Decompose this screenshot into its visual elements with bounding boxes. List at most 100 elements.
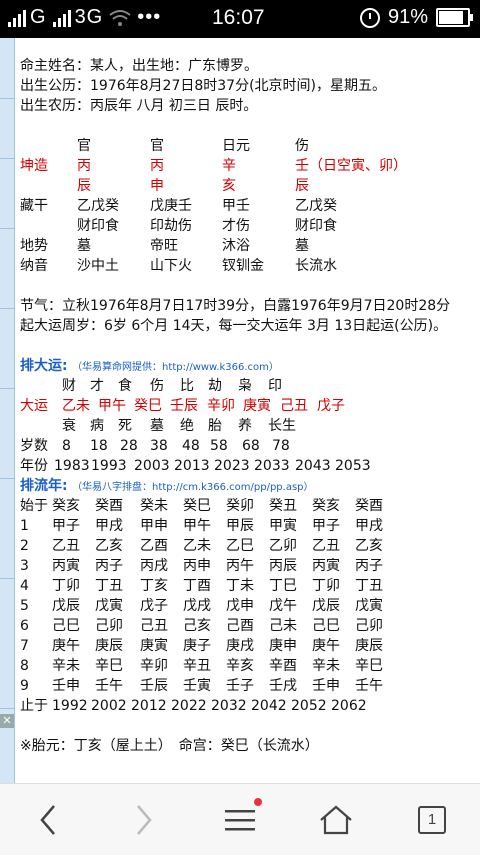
liunian-cell: 壬寅 xyxy=(183,678,211,694)
side-tab[interactable] xyxy=(0,308,14,389)
liunian-cell: 辛酉 xyxy=(269,658,297,674)
status-left: G 3G ••• xyxy=(8,6,167,29)
liunian-cell: 己未 xyxy=(269,618,297,634)
battery-icon xyxy=(436,8,473,27)
side-tab[interactable] xyxy=(0,158,14,229)
branch: 辰 xyxy=(295,178,309,194)
row-number: 2 xyxy=(20,538,29,554)
liunian-cell: 庚戌 xyxy=(226,638,254,654)
signal-icon xyxy=(8,9,26,27)
liunian-cell: 乙亥 xyxy=(355,538,383,554)
alarm-icon xyxy=(359,7,380,28)
liunian-cell: 壬子 xyxy=(226,678,254,694)
dayun-age: 78 xyxy=(272,438,290,454)
left-side-tab-strip[interactable]: ✕ xyxy=(0,38,15,783)
status-bar: G 3G ••• 16:07 91% xyxy=(0,0,480,38)
liunian-cell: 癸未 xyxy=(140,498,168,514)
liunian-row: 8 辛未 辛巳 辛卯 辛丑 辛亥 辛酉 辛未 辛巳 xyxy=(20,656,476,676)
liunian-end-year: 1992 xyxy=(52,698,88,714)
dayun-age: 8 xyxy=(62,438,71,454)
liunian-cell: 壬辰 xyxy=(140,678,168,694)
dayun-god: 印 xyxy=(268,378,282,394)
battery-percent: 91% xyxy=(387,6,428,28)
name-line: 命主姓名：某人，出生地：广东博罗。 xyxy=(20,58,258,74)
liunian-end-year: 2022 xyxy=(171,698,207,714)
branch: 辰 xyxy=(77,178,91,194)
side-tab[interactable] xyxy=(0,98,14,159)
liunian-source-link[interactable]: （华易八字排盘：http://cm.k366.com/pp/pp.asp） xyxy=(72,482,313,493)
jieqi-line: 节气：立秋1976年8月7日17时39分，白露1976年9月7日20时28分 xyxy=(20,298,451,314)
liunian-end-year: 2032 xyxy=(211,698,247,714)
liunian-cell: 乙酉 xyxy=(140,538,168,554)
dayun-gods-row: 财 才 食 伤 比 劫 枭 印 xyxy=(20,376,476,396)
dishi: 沐浴 xyxy=(222,238,250,254)
liunian-cell: 丁卯 xyxy=(52,578,80,594)
forward-button[interactable] xyxy=(96,784,192,855)
signal-icon-2 xyxy=(52,9,71,27)
liunian-cell: 己卯 xyxy=(95,618,123,634)
liunian-cell: 甲子 xyxy=(52,518,80,534)
canggan-god-row: 财印食 印劫伤 才伤 财印食 xyxy=(20,216,476,236)
menu-icon xyxy=(225,809,255,830)
notification-dot xyxy=(254,798,262,806)
bazi-stem-row: 坤造 丙 丙 辛 壬（日空寅、卯） xyxy=(20,156,476,176)
tabs-button[interactable]: 1 xyxy=(384,784,480,855)
home-icon xyxy=(320,805,352,834)
home-button[interactable] xyxy=(288,784,384,855)
back-button[interactable] xyxy=(0,784,96,855)
liunian-cell: 乙丑 xyxy=(312,538,340,554)
liunian-cell: 壬戌 xyxy=(269,678,297,694)
dayun-phases-row: 衰 病 死 墓 绝 胎 养 长生 xyxy=(20,416,476,436)
network-label: 3G xyxy=(74,6,104,28)
liunian-table: 1 甲子 甲戌 甲申 甲午 甲辰 甲寅 甲子 甲戌 2 乙丑 乙亥 乙酉 乙未 乙巳 乙卯 乙丑 乙亥 3 丙寅 丙子丙… xyxy=(20,516,476,696)
liunian-cell: 辛巳 xyxy=(355,658,383,674)
dishi: 墓 xyxy=(77,238,91,254)
canggan: 乙戊癸 xyxy=(77,198,119,214)
row-number: 9 xyxy=(20,678,29,694)
dayun-phase: 绝 xyxy=(180,418,194,434)
dishi: 帝旺 xyxy=(150,238,178,254)
side-tab[interactable] xyxy=(0,478,14,579)
dayun-phase: 养 xyxy=(238,418,252,434)
liunian-row: 9 壬申 壬午 壬辰 壬寅 壬子 壬戌 壬申 壬午 xyxy=(20,676,476,696)
dayun-god: 食 xyxy=(118,378,132,394)
solar-birth-line: 出生公历：1976年8月27日8时37分(北京时间)，星期五。 xyxy=(20,78,386,94)
liunian-cell: 庚申 xyxy=(269,638,297,654)
liunian-cell: 庚子 xyxy=(183,638,211,654)
liunian-row: 4 丁卯 丁丑 丁亥 丁酉 丁未 丁巳 丁卯 丁丑 xyxy=(20,576,476,596)
liunian-cell: 辛卯 xyxy=(140,658,168,674)
liunian-end-year: 2012 xyxy=(131,698,167,714)
liunian-cell: 辛亥 xyxy=(226,658,254,674)
dayun-year: 2003 xyxy=(134,458,170,474)
canggan: 戊庚壬 xyxy=(150,198,192,214)
liunian-cell: 己酉 xyxy=(226,618,254,634)
dayun-pillar: 戊子 xyxy=(317,398,345,414)
dayun-source-link[interactable]: （华易算命网提供：http://www.k366.com） xyxy=(72,362,279,373)
liunian-heading: 排流年: （华易八字排盘：http://cm.k366.com/pp/pp.as… xyxy=(20,476,476,496)
nayin: 钗钏金 xyxy=(222,258,264,274)
close-icon[interactable]: ✕ xyxy=(0,714,14,728)
side-tab[interactable] xyxy=(0,228,14,309)
liunian-cell: 戊辰 xyxy=(312,598,340,614)
liunian-cell: 丁丑 xyxy=(355,578,383,594)
page-content: 命主姓名：某人，出生地：广东博罗。 出生公历：1976年8月27日8时37分(北… xyxy=(20,56,476,756)
liunian-cell: 辛未 xyxy=(52,658,80,674)
row-number: 1 xyxy=(20,518,29,534)
liunian-cell: 丙戌 xyxy=(140,558,168,574)
liunian-row: 2 乙丑 乙亥 乙酉 乙未 乙巳 乙卯 乙丑 乙亥 xyxy=(20,536,476,556)
side-tab[interactable] xyxy=(0,388,14,479)
dishi: 墓 xyxy=(295,238,309,254)
liunian-cell: 己丑 xyxy=(140,618,168,634)
liunian-cell: 己卯 xyxy=(355,618,383,634)
ten-god: 伤 xyxy=(295,138,309,154)
row-label: 纳音 xyxy=(20,258,48,274)
row-label: 始于 xyxy=(20,498,48,514)
dayun-god: 比 xyxy=(180,378,194,394)
side-tab[interactable] xyxy=(0,578,14,709)
liunian-cell: 丁亥 xyxy=(140,578,168,594)
menu-button[interactable] xyxy=(192,784,288,855)
row-number: 7 xyxy=(20,638,29,654)
dayun-god: 财 xyxy=(62,378,76,394)
side-tab[interactable] xyxy=(0,38,14,99)
liunian-row: 3 丙寅 丙子 丙戌 丙申 丙午 丙辰 丙寅 丙子 xyxy=(20,556,476,576)
